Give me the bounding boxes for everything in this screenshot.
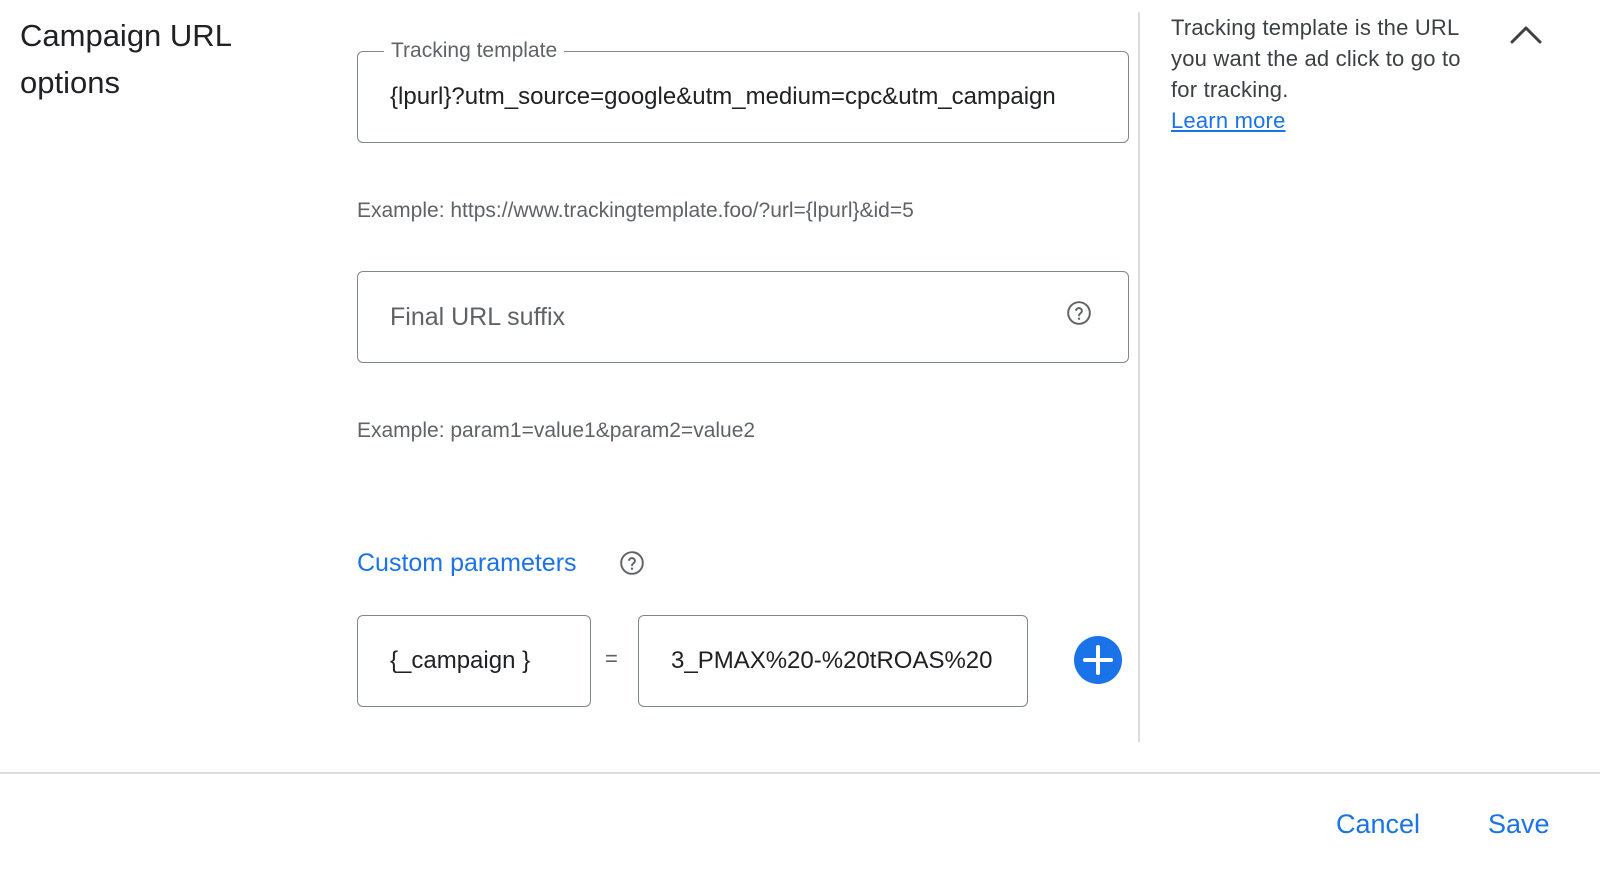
custom-parameters-label: Custom parameters <box>357 549 577 577</box>
custom-parameter-name-input[interactable]: {_campaign } <box>390 616 558 706</box>
section-title: Campaign URL options <box>20 18 231 100</box>
plus-icon <box>1083 645 1113 675</box>
learn-more-link[interactable]: Learn more <box>1171 108 1286 133</box>
custom-parameters-help-icon[interactable] <box>619 550 645 576</box>
custom-parameter-value-field[interactable]: 3_PMAX%20-%20tROAS%20 <box>638 615 1028 707</box>
save-button[interactable]: Save <box>1488 804 1550 844</box>
help-panel-text: Tracking template is the URL you want th… <box>1171 15 1461 102</box>
tracking-template-field[interactable]: Tracking template {lpurl}?utm_source=goo… <box>357 38 1129 143</box>
add-parameter-button[interactable] <box>1074 636 1122 684</box>
final-url-suffix-example: Example: param1=value1&param2=value2 <box>357 419 756 442</box>
tracking-template-input[interactable]: {lpurl}?utm_source=google&utm_medium=cpc… <box>390 52 1096 142</box>
final-url-suffix-input[interactable]: Final URL suffix <box>390 272 565 362</box>
help-icon[interactable] <box>1066 300 1092 326</box>
equals-sign: = <box>605 646 618 671</box>
final-url-suffix-field[interactable]: Final URL suffix <box>357 271 1129 363</box>
chevron-up-icon[interactable] <box>1508 20 1544 50</box>
vertical-divider <box>1138 12 1140 742</box>
cancel-button[interactable]: Cancel <box>1336 804 1420 844</box>
custom-parameter-name-field[interactable]: {_campaign } <box>357 615 591 707</box>
help-panel: Tracking template is the URL you want th… <box>1171 12 1471 136</box>
campaign-url-options-panel: Campaign URL options Tracking template {… <box>0 0 1600 879</box>
custom-parameter-value-input[interactable]: 3_PMAX%20-%20tROAS%20 <box>671 616 995 706</box>
tracking-template-example: Example: https://www.trackingtemplate.fo… <box>357 199 914 222</box>
horizontal-divider <box>0 772 1600 774</box>
